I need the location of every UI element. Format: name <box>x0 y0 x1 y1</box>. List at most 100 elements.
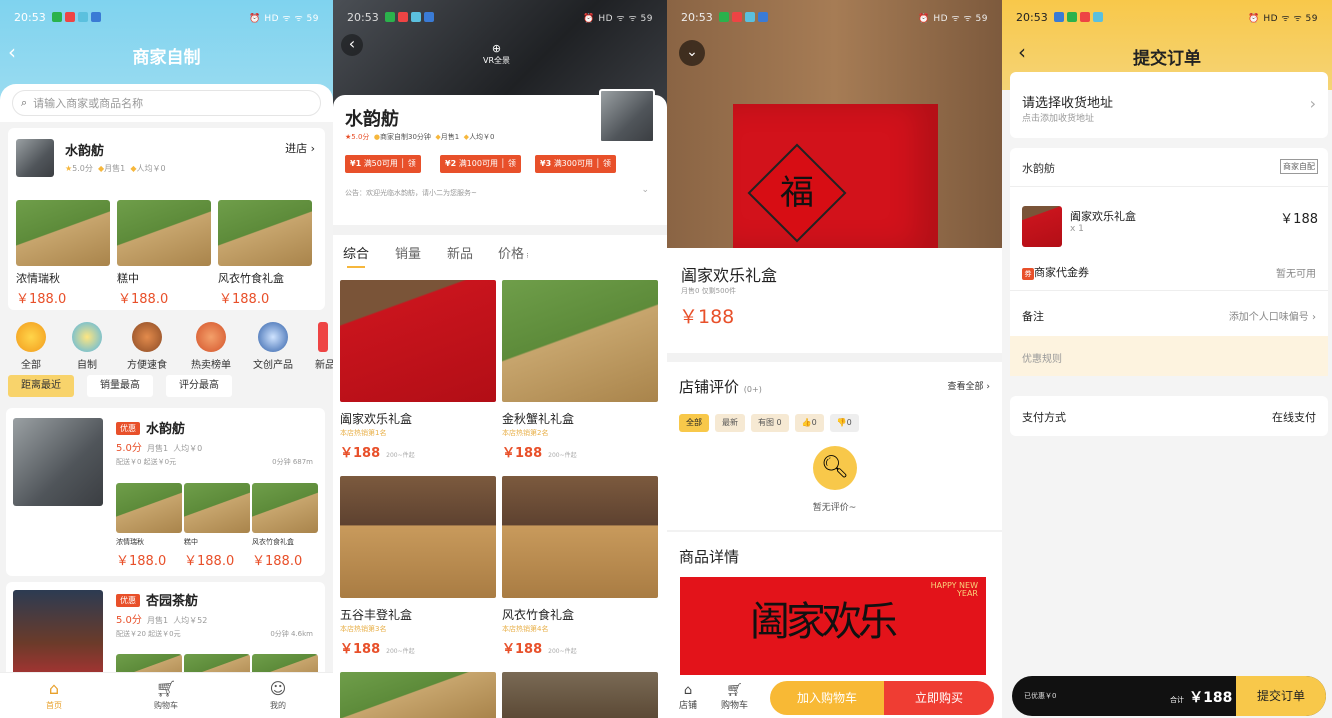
product-sales: 月售0 仅剩500件 <box>681 287 737 295</box>
product-name: 糕中 <box>184 538 198 546</box>
tab-price[interactable]: 价格 ⁝ <box>498 243 528 262</box>
address-hint: 点击添加收货地址 <box>1022 114 1095 124</box>
coupon-value: 暂无可用 <box>1276 269 1316 280</box>
product-price: ￥188.0 <box>116 554 167 569</box>
category-all[interactable]: 全部 <box>12 322 50 371</box>
item-name: 阖家欢乐礼盒 <box>1070 210 1136 223</box>
coupon-row[interactable]: 券商家代金券 <box>1022 264 1089 280</box>
product-image[interactable] <box>218 200 312 266</box>
goods-rank: 本店热销第4名 <box>502 625 549 633</box>
distance: 0分钟 687m <box>272 458 313 466</box>
view-all-reviews[interactable]: 查看全部 › <box>948 379 990 392</box>
sort-rating[interactable]: 评分最高 <box>166 375 232 397</box>
collapse-icon[interactable]: ⌄ <box>679 40 705 66</box>
buy-now-button[interactable]: 立即购买 <box>884 681 994 715</box>
address-row[interactable]: 请选择收货地址 点击添加收货地址 › <box>1010 72 1328 138</box>
coupon-3[interactable]: ¥3 满300可用 │ 领 <box>535 155 616 173</box>
enter-shop-link[interactable]: 进店 › <box>285 140 315 156</box>
filter-bad[interactable]: 👎0 <box>829 414 859 432</box>
search-input[interactable]: ⌕ 请输入商家或商品名称 <box>12 90 321 116</box>
back-icon[interactable]: ‹ <box>8 40 16 64</box>
nav-home[interactable]: ⌂ 首页 <box>24 679 84 711</box>
payment-row[interactable]: 支付方式 在线支付 <box>1010 396 1328 436</box>
goods-image[interactable] <box>502 672 658 718</box>
page-title: 提交订单 <box>1133 49 1201 69</box>
nav-mine[interactable]: ☺ 我的 <box>248 679 308 711</box>
shop-list-item[interactable]: 优惠 杏园茶舫 5.0分 月售1 人均￥52 配送￥20 起送￥0元 0分钟 4.… <box>6 582 325 684</box>
tab-comprehensive[interactable]: 综合 <box>343 243 369 262</box>
product-name: 浓情瑞秋 <box>116 538 144 546</box>
homemade-icon <box>72 322 102 352</box>
cart-icon: 🛒︎ <box>155 679 177 698</box>
shop-detail-screen: 20:53 ⏰ HD ᯤ ᯤ 59 ‹ ⊕ VR全景 水韵舫 ★5.0分 ●商家自制… <box>333 0 667 718</box>
goods-image <box>340 280 496 402</box>
status-right: ⏰ HD ᯤ ᯤ 59 <box>249 13 319 24</box>
filter-with-image[interactable]: 有图 0 <box>751 414 789 432</box>
food-icon <box>132 322 162 352</box>
goods-card[interactable]: 阖家欢乐礼盒 本店热销第1名 ￥188 200~件起 <box>340 280 496 461</box>
tab-sales[interactable]: 销量 <box>395 243 421 262</box>
cart-button[interactable]: 🛒︎ 购物车 <box>721 683 748 711</box>
shop-list-item[interactable]: 优惠 水韵舫 5.0分 月售1 人均￥0 配送￥0 起送￥0元 0分钟 687m … <box>6 408 325 576</box>
product-image[interactable] <box>117 200 211 266</box>
product-name: 风衣竹食礼盒 <box>218 272 284 285</box>
divider <box>1010 290 1328 291</box>
coupon-2[interactable]: ¥2 满100可用 │ 领 <box>440 155 521 173</box>
nav-cart[interactable]: 🛒︎ 购物车 <box>136 679 196 711</box>
submit-order-button[interactable]: 提交订单 <box>1236 676 1326 716</box>
goods-card[interactable]: 风衣竹食礼盒 本店热销第4名 ￥188 200~件起 <box>502 476 658 657</box>
goods-rank: 本店热销第3名 <box>340 625 387 633</box>
product-image[interactable] <box>116 483 182 533</box>
status-time: 20:53 <box>14 10 46 24</box>
note-input[interactable]: 添加个人口味偏号 › <box>1229 308 1316 323</box>
back-icon[interactable]: ‹ <box>341 34 363 56</box>
filter-good[interactable]: 👍0 <box>794 414 824 432</box>
category-culture[interactable]: 文创产品 <box>248 322 298 371</box>
product-name: 糕中 <box>117 272 139 285</box>
goods-card[interactable]: 五谷丰登礼盒 本店热销第3名 ￥188 200~件起 <box>340 476 496 657</box>
chevron-right-icon: › <box>1309 94 1316 113</box>
product-info: 阖家欢乐礼盒 月售0 仅剩500件 ￥188 <box>667 248 1002 353</box>
back-icon[interactable]: ‹ <box>1018 40 1026 64</box>
divider <box>1010 186 1328 187</box>
promo-label: 优惠规则 <box>1022 354 1062 365</box>
active-tab-indicator <box>347 266 365 268</box>
coupon-icon: 券 <box>1022 268 1034 280</box>
category-homemade[interactable]: 自制 <box>68 322 106 371</box>
category-instant[interactable]: 方便速食 <box>122 322 172 371</box>
category-hot[interactable]: 热卖榜单 <box>186 322 236 371</box>
category-new[interactable]: 新品 <box>310 322 333 371</box>
product-price: ￥188.0 <box>184 554 235 569</box>
filter-all[interactable]: 全部 <box>679 414 709 432</box>
coupon-1[interactable]: ¥1 满50可用 │ 领 <box>345 155 421 173</box>
payment-label: 支付方式 <box>1022 411 1066 424</box>
featured-shop-card[interactable]: 水韵舫 进店 › ★5.0分 ◆月售1 ◆人均￥0 浓情瑞秋 糕中 风衣竹食礼盒… <box>8 128 325 310</box>
product-price: ￥188.0 <box>252 554 303 569</box>
product-image[interactable] <box>252 483 318 533</box>
address-title: 请选择收货地址 <box>1022 96 1114 111</box>
goods-price: ￥188 200~件起 <box>502 446 577 461</box>
product-hero-image: 福 <box>667 0 1002 248</box>
shop-name: 水韵舫 <box>146 422 186 437</box>
tab-new[interactable]: 新品 <box>447 243 473 262</box>
shop-icon: ⌂ <box>683 683 693 698</box>
sort-sales[interactable]: 销量最高 <box>87 375 153 397</box>
filter-latest[interactable]: 最新 <box>715 414 745 432</box>
shop-meta: ★5.0分 ●商家自制30分钟 ◆月售1 ◆人均￥0 <box>345 133 495 141</box>
goods-price: ￥188 200~件起 <box>340 642 415 657</box>
product-image[interactable] <box>16 200 110 266</box>
goods-card[interactable]: 金秋蟹礼礼盒 本店热销第2名 ￥188 200~件起 <box>502 280 658 461</box>
vr-button[interactable]: ⊕ VR全景 <box>483 42 510 66</box>
shop-button[interactable]: ⌂ 店铺 <box>679 683 697 711</box>
chevron-down-icon[interactable]: ⌄ <box>641 185 649 195</box>
sort-distance[interactable]: 距离最近 <box>8 375 74 397</box>
hot-icon <box>196 322 226 352</box>
sort-icon: ⁝ <box>524 252 529 260</box>
add-to-cart-button[interactable]: 加入购物车 <box>770 681 884 715</box>
goods-image[interactable] <box>340 672 496 718</box>
search-placeholder: 请输入商家或商品名称 <box>33 97 144 110</box>
promo-rules[interactable]: 优惠规则 <box>1010 336 1328 376</box>
order-shop-name: 水韵舫 <box>1022 162 1055 175</box>
product-name: 阖家欢乐礼盒 <box>681 266 778 285</box>
product-image[interactable] <box>184 483 250 533</box>
